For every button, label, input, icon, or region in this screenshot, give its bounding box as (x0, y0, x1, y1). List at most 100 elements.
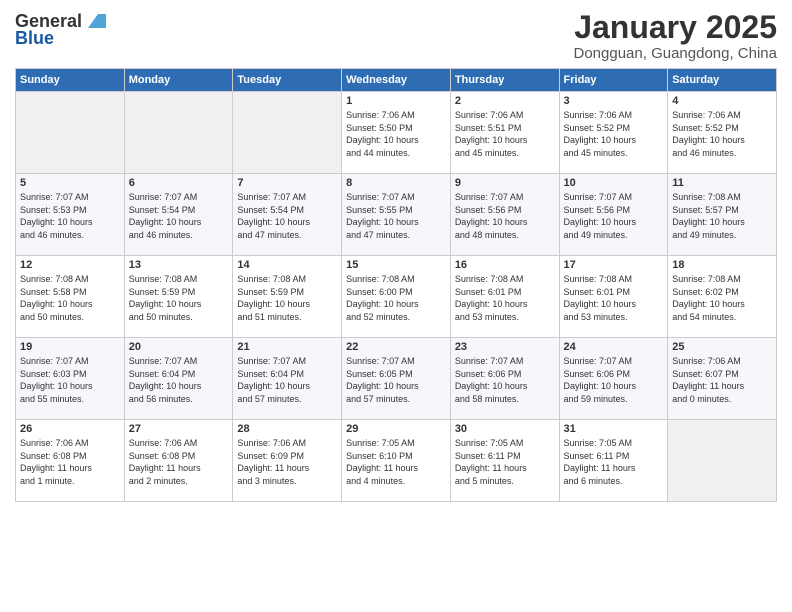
day-number: 16 (455, 259, 555, 271)
day-info: Sunrise: 7:08 AMSunset: 6:02 PMDaylight:… (672, 273, 772, 323)
day-number: 29 (346, 423, 446, 435)
cell-w2-d1: 6Sunrise: 7:07 AMSunset: 5:54 PMDaylight… (124, 174, 233, 256)
day-info: Sunrise: 7:05 AMSunset: 6:11 PMDaylight:… (564, 437, 664, 487)
day-info: Sunrise: 7:08 AMSunset: 5:57 PMDaylight:… (672, 191, 772, 241)
day-info: Sunrise: 7:08 AMSunset: 6:01 PMDaylight:… (455, 273, 555, 323)
day-number: 11 (672, 177, 772, 189)
cell-w1-d5: 3 Sunrise: 7:06 AMSunset: 5:52 PMDaylight… (559, 92, 668, 174)
day-info: Sunrise: 7:06 AMSunset: 6:09 PMDaylight:… (237, 437, 337, 487)
day-number: 5 (20, 177, 120, 189)
week-row-3: 12 Sunrise: 7:08 AMSunset: 5:58 PMDayligh… (16, 256, 777, 338)
week-row-1: 1Sunrise: 7:06 AMSunset: 5:50 PMDaylight… (16, 92, 777, 174)
day-info: Sunrise: 7:07 AMSunset: 6:06 PMDaylight:… (564, 355, 664, 405)
day-info: Sunrise: 7:07 AMSunset: 6:04 PMDaylight:… (237, 355, 337, 405)
header-monday: Monday (124, 69, 233, 92)
cell-w4-d0: 19Sunrise: 7:07 AMSunset: 6:03 PMDayligh… (16, 338, 125, 420)
header-friday: Friday (559, 69, 668, 92)
day-number: 24 (564, 341, 664, 353)
day-number: 12 (20, 259, 120, 271)
cell-w3-d3: 15Sunrise: 7:08 AMSunset: 6:00 PMDayligh… (342, 256, 451, 338)
cell-w2-d4: 9 Sunrise: 7:07 AMSunset: 5:56 PMDaylight… (450, 174, 559, 256)
day-number: 7 (237, 177, 337, 189)
week-row-5: 26 Sunrise: 7:06 AMSunset: 6:08 PMDayligh… (16, 420, 777, 502)
day-number: 28 (237, 423, 337, 435)
cell-w1-d6: 4 Sunrise: 7:06 AMSunset: 5:52 PMDaylight… (668, 92, 777, 174)
week-row-4: 19Sunrise: 7:07 AMSunset: 6:03 PMDayligh… (16, 338, 777, 420)
day-number: 4 (672, 95, 772, 107)
day-number: 23 (455, 341, 555, 353)
cell-w1-d4: 2 Sunrise: 7:06 AMSunset: 5:51 PMDaylight… (450, 92, 559, 174)
day-info: Sunrise: 7:05 AMSunset: 6:10 PMDaylight:… (346, 437, 446, 487)
month-title: January 2025 (574, 10, 778, 45)
logo-icon (84, 10, 106, 32)
day-number: 6 (129, 177, 229, 189)
day-number: 1 (346, 95, 446, 107)
calendar-table: Sunday Monday Tuesday Wednesday Thursday… (15, 68, 777, 502)
day-number: 25 (672, 341, 772, 353)
day-info: Sunrise: 7:07 AMSunset: 5:55 PMDaylight:… (346, 191, 446, 241)
day-number: 14 (237, 259, 337, 271)
cell-w5-d6 (668, 420, 777, 502)
cell-w1-d2 (233, 92, 342, 174)
cell-w1-d1 (124, 92, 233, 174)
title-area: January 2025 Dongguan, Guangdong, China (574, 10, 778, 62)
week-row-2: 5 Sunrise: 7:07 AMSunset: 5:53 PMDaylight… (16, 174, 777, 256)
cell-w5-d4: 30 Sunrise: 7:05 AMSunset: 6:11 PMDayligh… (450, 420, 559, 502)
location: Dongguan, Guangdong, China (574, 45, 778, 62)
day-number: 10 (564, 177, 664, 189)
cell-w2-d0: 5 Sunrise: 7:07 AMSunset: 5:53 PMDaylight… (16, 174, 125, 256)
day-number: 22 (346, 341, 446, 353)
day-info: Sunrise: 7:05 AMSunset: 6:11 PMDaylight:… (455, 437, 555, 487)
cell-w2-d6: 11 Sunrise: 7:08 AMSunset: 5:57 PMDayligh… (668, 174, 777, 256)
day-info: Sunrise: 7:06 AMSunset: 5:51 PMDaylight:… (455, 109, 555, 159)
day-info: Sunrise: 7:07 AMSunset: 6:05 PMDaylight:… (346, 355, 446, 405)
day-number: 2 (455, 95, 555, 107)
cell-w2-d3: 8 Sunrise: 7:07 AMSunset: 5:55 PMDaylight… (342, 174, 451, 256)
day-number: 9 (455, 177, 555, 189)
cell-w4-d1: 20 Sunrise: 7:07 AMSunset: 6:04 PMDayligh… (124, 338, 233, 420)
cell-w4-d2: 21 Sunrise: 7:07 AMSunset: 6:04 PMDayligh… (233, 338, 342, 420)
cell-w3-d5: 17 Sunrise: 7:08 AMSunset: 6:01 PMDayligh… (559, 256, 668, 338)
cell-w4-d6: 25 Sunrise: 7:06 AMSunset: 6:07 PMDayligh… (668, 338, 777, 420)
day-number: 30 (455, 423, 555, 435)
day-number: 18 (672, 259, 772, 271)
cell-w5-d3: 29 Sunrise: 7:05 AMSunset: 6:10 PMDayligh… (342, 420, 451, 502)
day-info: Sunrise: 7:07 AMSunset: 5:53 PMDaylight:… (20, 191, 120, 241)
header-thursday: Thursday (450, 69, 559, 92)
logo: General Blue (15, 10, 106, 49)
day-number: 3 (564, 95, 664, 107)
day-number: 31 (564, 423, 664, 435)
weekday-header-row: Sunday Monday Tuesday Wednesday Thursday… (16, 69, 777, 92)
day-info: Sunrise: 7:08 AMSunset: 5:58 PMDaylight:… (20, 273, 120, 323)
day-info: Sunrise: 7:07 AMSunset: 5:56 PMDaylight:… (455, 191, 555, 241)
day-number: 17 (564, 259, 664, 271)
day-info: Sunrise: 7:06 AMSunset: 6:08 PMDaylight:… (129, 437, 229, 487)
day-number: 21 (237, 341, 337, 353)
day-info: Sunrise: 7:06 AMSunset: 5:52 PMDaylight:… (564, 109, 664, 159)
day-number: 8 (346, 177, 446, 189)
day-info: Sunrise: 7:07 AMSunset: 6:03 PMDaylight:… (20, 355, 120, 405)
header-wednesday: Wednesday (342, 69, 451, 92)
day-info: Sunrise: 7:08 AMSunset: 6:01 PMDaylight:… (564, 273, 664, 323)
cell-w2-d2: 7Sunrise: 7:07 AMSunset: 5:54 PMDaylight… (233, 174, 342, 256)
cell-w2-d5: 10 Sunrise: 7:07 AMSunset: 5:56 PMDayligh… (559, 174, 668, 256)
cell-w4-d3: 22 Sunrise: 7:07 AMSunset: 6:05 PMDayligh… (342, 338, 451, 420)
day-info: Sunrise: 7:08 AMSunset: 6:00 PMDaylight:… (346, 273, 446, 323)
day-info: Sunrise: 7:07 AMSunset: 6:06 PMDaylight:… (455, 355, 555, 405)
cell-w5-d2: 28 Sunrise: 7:06 AMSunset: 6:09 PMDayligh… (233, 420, 342, 502)
logo-blue: Blue (15, 28, 54, 49)
day-info: Sunrise: 7:07 AMSunset: 5:56 PMDaylight:… (564, 191, 664, 241)
cell-w1-d0 (16, 92, 125, 174)
cell-w4-d5: 24 Sunrise: 7:07 AMSunset: 6:06 PMDayligh… (559, 338, 668, 420)
header: General Blue January 2025 Dongguan, Guan… (15, 10, 777, 62)
header-saturday: Saturday (668, 69, 777, 92)
calendar-page: General Blue January 2025 Dongguan, Guan… (0, 0, 792, 612)
cell-w1-d3: 1Sunrise: 7:06 AMSunset: 5:50 PMDaylight… (342, 92, 451, 174)
day-info: Sunrise: 7:06 AMSunset: 6:07 PMDaylight:… (672, 355, 772, 405)
cell-w4-d4: 23 Sunrise: 7:07 AMSunset: 6:06 PMDayligh… (450, 338, 559, 420)
header-tuesday: Tuesday (233, 69, 342, 92)
day-info: Sunrise: 7:06 AMSunset: 5:52 PMDaylight:… (672, 109, 772, 159)
day-number: 26 (20, 423, 120, 435)
day-info: Sunrise: 7:07 AMSunset: 6:04 PMDaylight:… (129, 355, 229, 405)
day-number: 20 (129, 341, 229, 353)
